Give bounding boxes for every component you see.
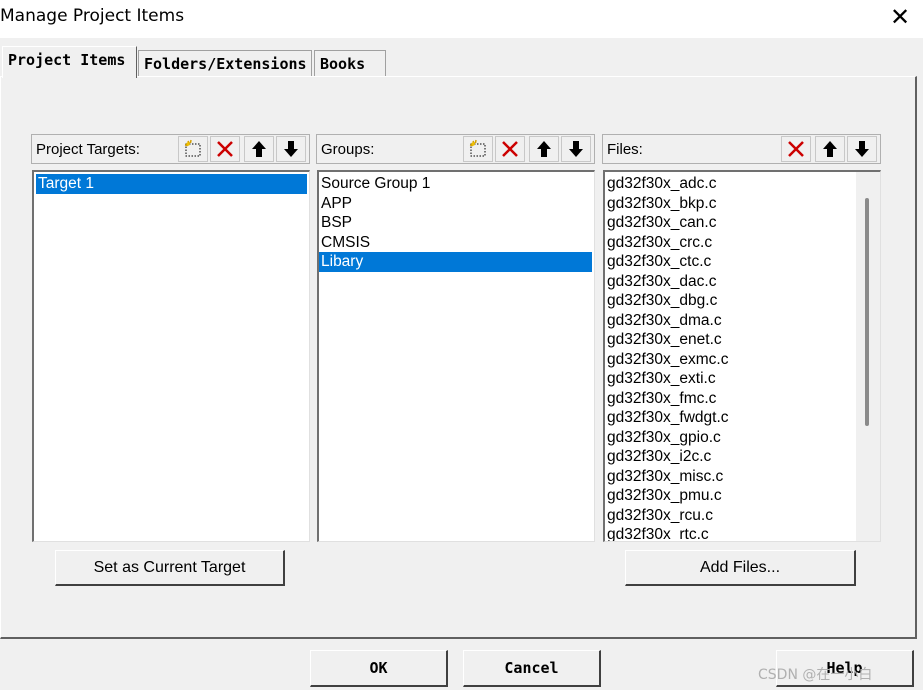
list-item[interactable]: gd32f30x_ctc.c [605, 252, 880, 272]
tab-project-items[interactable]: Project Items [2, 46, 137, 78]
groups-header: Groups: [316, 134, 595, 164]
groups-list[interactable]: Source Group 1 APP BSP CMSIS Libary [317, 170, 595, 542]
move-down-icon [569, 141, 583, 157]
move-up-file-button[interactable] [815, 136, 845, 162]
close-icon[interactable]: ✕ [885, 4, 915, 30]
title-bar: Manage Project Items ✕ [0, 0, 923, 38]
list-item[interactable]: gd32f30x_gpio.c [605, 428, 880, 448]
list-item[interactable]: gd32f30x_dma.c [605, 311, 880, 331]
tab-books[interactable]: Books [314, 50, 386, 76]
move-down-icon [284, 141, 298, 157]
new-group-button[interactable] [463, 136, 493, 162]
new-icon [184, 139, 201, 157]
list-item[interactable]: gd32f30x_fmc.c [605, 389, 880, 409]
move-up-target-button[interactable] [244, 136, 274, 162]
list-item[interactable]: gd32f30x_exmc.c [605, 350, 880, 370]
delete-file-button[interactable] [781, 136, 811, 162]
delete-icon [217, 141, 233, 157]
list-item[interactable]: Target 1 [36, 174, 307, 194]
list-item[interactable]: gd32f30x_adc.c [605, 174, 880, 194]
list-item[interactable]: gd32f30x_bkp.c [605, 194, 880, 214]
tab-strip: Project Items Folders/Extensions Books [0, 44, 923, 78]
targets-list[interactable]: Target 1 [32, 170, 310, 542]
new-icon [469, 139, 486, 157]
files-header: Files: [602, 134, 881, 164]
tab-folders-extensions[interactable]: Folders/Extensions [138, 50, 312, 76]
set-current-target-button[interactable]: Set as Current Target [55, 550, 285, 586]
move-up-icon [537, 141, 551, 157]
files-scrollbar[interactable] [856, 172, 880, 541]
delete-target-button[interactable] [210, 136, 240, 162]
move-up-group-button[interactable] [529, 136, 559, 162]
list-item[interactable]: gd32f30x_crc.c [605, 233, 880, 253]
list-item[interactable]: CMSIS [319, 233, 594, 253]
list-item[interactable]: Libary [319, 252, 592, 272]
new-target-button[interactable] [178, 136, 208, 162]
list-item[interactable]: gd32f30x_misc.c [605, 467, 880, 487]
list-item[interactable]: gd32f30x_exti.c [605, 369, 880, 389]
targets-header: Project Targets: [31, 134, 310, 164]
list-item[interactable]: gd32f30x_rcu.c [605, 506, 880, 526]
move-down-group-button[interactable] [561, 136, 591, 162]
files-label: Files: [607, 141, 643, 158]
ok-button[interactable]: OK [310, 650, 448, 687]
move-up-icon [252, 141, 266, 157]
cancel-button[interactable]: Cancel [463, 650, 601, 687]
move-down-file-button[interactable] [847, 136, 877, 162]
move-down-icon [855, 141, 869, 157]
delete-icon [502, 141, 518, 157]
scroll-thumb[interactable] [865, 198, 869, 426]
list-item[interactable]: gd32f30x_fwdgt.c [605, 408, 880, 428]
window-title: Manage Project Items [0, 6, 185, 26]
list-item[interactable]: gd32f30x_dbg.c [605, 291, 880, 311]
move-down-target-button[interactable] [276, 136, 306, 162]
move-up-icon [823, 141, 837, 157]
list-item[interactable]: gd32f30x_i2c.c [605, 447, 880, 467]
list-item[interactable]: gd32f30x_enet.c [605, 330, 880, 350]
groups-label: Groups: [321, 141, 375, 158]
list-item[interactable]: Source Group 1 [319, 174, 594, 194]
list-item[interactable]: APP [319, 194, 594, 214]
delete-icon [788, 141, 804, 157]
list-item[interactable]: gd32f30x_can.c [605, 213, 880, 233]
add-files-button[interactable]: Add Files... [625, 550, 856, 586]
watermark-text: CSDN @在一小白 [758, 667, 873, 683]
list-item[interactable]: gd32f30x_pmu.c [605, 486, 880, 506]
list-item[interactable]: gd32f30x_rtc.c [605, 525, 880, 541]
targets-label: Project Targets: [36, 141, 140, 158]
list-item[interactable]: BSP [319, 213, 594, 233]
delete-group-button[interactable] [495, 136, 525, 162]
list-item[interactable]: gd32f30x_dac.c [605, 272, 880, 292]
files-list[interactable]: gd32f30x_adc.c gd32f30x_bkp.c gd32f30x_c… [603, 170, 881, 542]
